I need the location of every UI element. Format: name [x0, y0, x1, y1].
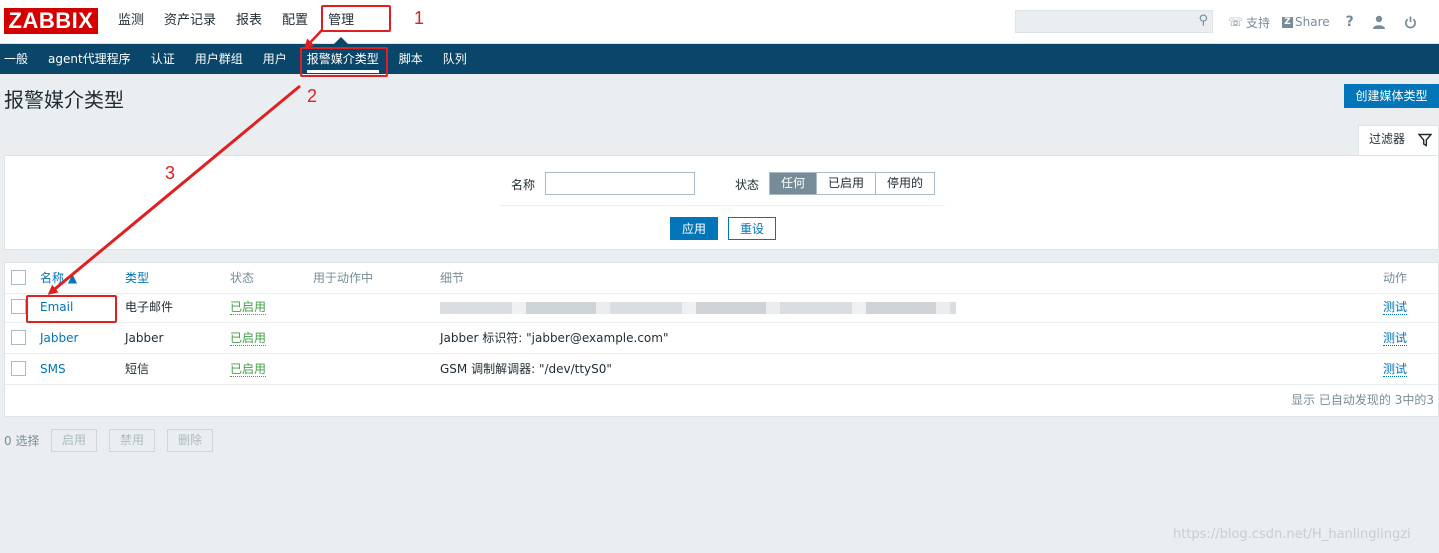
filter-tab-label: 过滤器: [1369, 132, 1406, 146]
table-row: SMS 短信 已启用 GSM 调制解调器: "/dev/ttyS0" 测试: [5, 354, 1438, 385]
annotation-box-email: [26, 295, 117, 323]
filter-tab[interactable]: 过滤器: [1358, 125, 1439, 156]
search-input[interactable]: ⚲: [1015, 10, 1213, 33]
search-icon[interactable]: ⚲: [1198, 13, 1208, 28]
annotation-box-admin: [321, 5, 391, 32]
filter-status-segmented: 任何 已启用 停用的: [769, 172, 936, 195]
watermark: https://blog.csdn.net/H_hanlinglingzi: [1173, 527, 1411, 542]
column-header-action: 动作: [1383, 271, 1408, 285]
support-label: 支持: [1246, 15, 1271, 30]
status-toggle: 已启用: [230, 292, 267, 322]
row-checkbox[interactable]: [11, 330, 26, 345]
table-row: Email 电子邮件 已启用 测试: [5, 292, 1438, 323]
media-details: GSM 调制解调器: "/dev/ttyS0": [440, 362, 612, 376]
details-blurred: [440, 292, 956, 322]
filter-icon: [1417, 130, 1433, 156]
table-footer-count: 显示 已自动发现的 3中的3: [1291, 393, 1434, 407]
page-title: 报警媒介类型: [4, 88, 124, 112]
status-toggle: 已启用: [230, 354, 267, 384]
status-option-enabled[interactable]: 已启用: [817, 173, 877, 194]
table-header-row: 名称 ▲ 类型 状态 用于动作中 细节 动作: [5, 263, 1438, 294]
status-enabled-link[interactable]: 已启用: [230, 362, 267, 377]
test-link[interactable]: 测试: [1383, 331, 1408, 346]
logout-icon[interactable]: [1404, 15, 1417, 29]
column-header-used-in-actions: 用于动作中: [313, 271, 374, 285]
reset-button[interactable]: 重设: [728, 217, 776, 240]
media-name-link[interactable]: SMS: [40, 354, 66, 384]
media-details: Jabber 标识符: "jabber@example.com": [440, 331, 669, 345]
share-z-icon: Z: [1282, 16, 1294, 28]
subnav-user-groups[interactable]: 用户群组: [185, 44, 253, 74]
media-name-link[interactable]: Jabber: [40, 323, 78, 353]
annotation-number-3: 3: [165, 163, 176, 183]
help-link[interactable]: ?: [1346, 14, 1354, 30]
subnav-queue[interactable]: 队列: [433, 44, 477, 74]
selected-count: 0 选择: [4, 434, 40, 448]
annotation-number-1: 1: [414, 8, 425, 28]
redacted-details: [440, 301, 956, 314]
top-bar: ZABBIX 监测 资产记录 报表 配置 管理 ⚲ ☏ 支持 Z Share ?: [0, 0, 1439, 44]
support-link[interactable]: ☏ 支持: [1228, 14, 1270, 31]
media-type: Jabber: [125, 331, 164, 345]
headset-icon: ☏: [1228, 15, 1244, 29]
mass-enable-button[interactable]: 启用: [51, 429, 98, 452]
filter-name-label: 名称: [511, 178, 536, 192]
share-link[interactable]: Z Share: [1282, 15, 1330, 29]
test-action: 测试: [1383, 323, 1408, 353]
status-enabled-link[interactable]: 已启用: [230, 300, 267, 315]
nav-inventory[interactable]: 资产记录: [154, 0, 226, 44]
sub-nav: 一般 agent代理程序 认证 用户群组 用户 报警媒介类型 脚本 队列: [0, 44, 1439, 74]
filter-status-label: 状态: [735, 178, 760, 192]
top-right-links: ☏ 支持 Z Share ?: [1228, 0, 1429, 44]
user-profile-icon[interactable]: [1372, 15, 1386, 29]
subnav-authentication[interactable]: 认证: [141, 44, 185, 74]
media-type: 电子邮件: [125, 300, 174, 314]
column-header-type[interactable]: 类型: [125, 263, 149, 293]
nav-monitoring[interactable]: 监测: [108, 0, 154, 44]
mass-delete-button[interactable]: 删除: [167, 429, 214, 452]
media-types-table: 名称 ▲ 类型 状态 用于动作中 细节 动作 Email 电子邮件 已启用 测试…: [4, 262, 1439, 417]
subnav-users[interactable]: 用户: [253, 44, 297, 74]
mass-disable-button[interactable]: 禁用: [109, 429, 156, 452]
status-option-any[interactable]: 任何: [770, 173, 818, 194]
filter-divider: [500, 205, 945, 206]
test-link[interactable]: 测试: [1383, 362, 1408, 377]
table-row: Jabber Jabber 已启用 Jabber 标识符: "jabber@ex…: [5, 323, 1438, 354]
status-option-disabled[interactable]: 停用的: [876, 173, 935, 194]
test-link[interactable]: 测试: [1383, 300, 1408, 315]
test-action: 测试: [1383, 292, 1408, 322]
column-header-status: 状态: [230, 271, 255, 285]
create-media-type-button[interactable]: 创建媒体类型: [1344, 84, 1439, 108]
nav-reports[interactable]: 报表: [226, 0, 272, 44]
subnav-general[interactable]: 一般: [0, 44, 38, 74]
nav-configuration[interactable]: 配置: [272, 0, 318, 44]
subnav-scripts[interactable]: 脚本: [389, 44, 433, 74]
status-enabled-link[interactable]: 已启用: [230, 331, 267, 346]
subnav-proxies[interactable]: agent代理程序: [38, 44, 141, 74]
column-header-name[interactable]: 名称 ▲: [40, 263, 77, 293]
media-type: 短信: [125, 362, 150, 376]
share-label: Share: [1295, 15, 1330, 29]
filter-panel: 名称 状态 任何 已启用 停用的 应用 重设: [4, 155, 1439, 250]
status-toggle: 已启用: [230, 323, 267, 353]
test-action: 测试: [1383, 354, 1408, 384]
filter-name-input[interactable]: [545, 172, 695, 195]
select-all-checkbox[interactable]: [11, 270, 26, 285]
annotation-number-2: 2: [307, 86, 318, 106]
column-header-details: 细节: [440, 271, 465, 285]
row-checkbox[interactable]: [11, 299, 26, 314]
row-checkbox[interactable]: [11, 361, 26, 376]
annotation-box-media-types: [300, 47, 388, 77]
apply-button[interactable]: 应用: [670, 217, 718, 240]
zabbix-logo[interactable]: ZABBIX: [4, 8, 98, 34]
